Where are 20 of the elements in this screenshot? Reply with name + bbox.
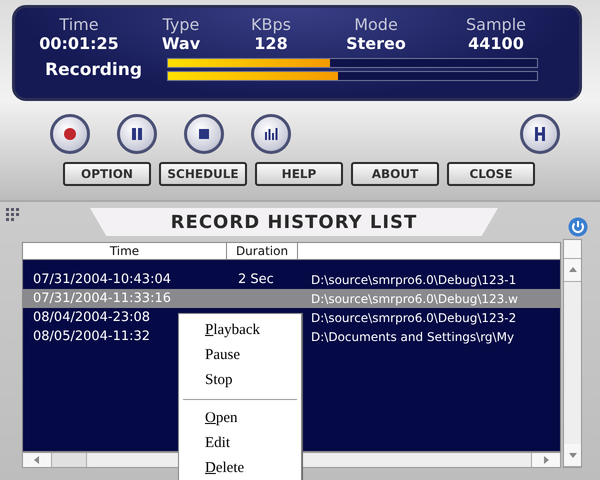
field-label: KBps — [251, 16, 291, 34]
field-value: 00:01:25 — [39, 34, 119, 54]
table-cell-text: D:\source\smrpro6.0\Debug\123-1 — [310, 272, 516, 286]
field-value: 44100 — [468, 34, 524, 54]
field-label: Time — [59, 16, 99, 34]
field-label: Type — [162, 16, 200, 34]
table-cell-text: 07/31/2004-11:33:16 — [32, 291, 172, 306]
table-cell-text: 2 Sec — [237, 272, 275, 287]
status-label: Recording — [45, 60, 144, 80]
field-value: Stereo — [346, 34, 406, 54]
table-cell-text: 08/04/2004-23:08 — [32, 310, 152, 325]
field-value: 128 — [254, 34, 288, 54]
list-title: RECORD HISTORY LIST — [170, 212, 418, 232]
table-cell-text: D:\source\smrpro6.0\Debug\123.w — [310, 292, 518, 306]
field-value: Wav — [162, 34, 200, 54]
field-label: Sample — [466, 16, 526, 34]
field-label: Mode — [354, 16, 398, 34]
table-cell-text: D:\source\smrpro6.0\Debug\123-2 — [310, 310, 516, 324]
table-cell-text: 07/31/2004-10:43:04 — [32, 272, 172, 287]
table-cell-text: D:\Documents and Settings\rg\My — [310, 330, 514, 344]
